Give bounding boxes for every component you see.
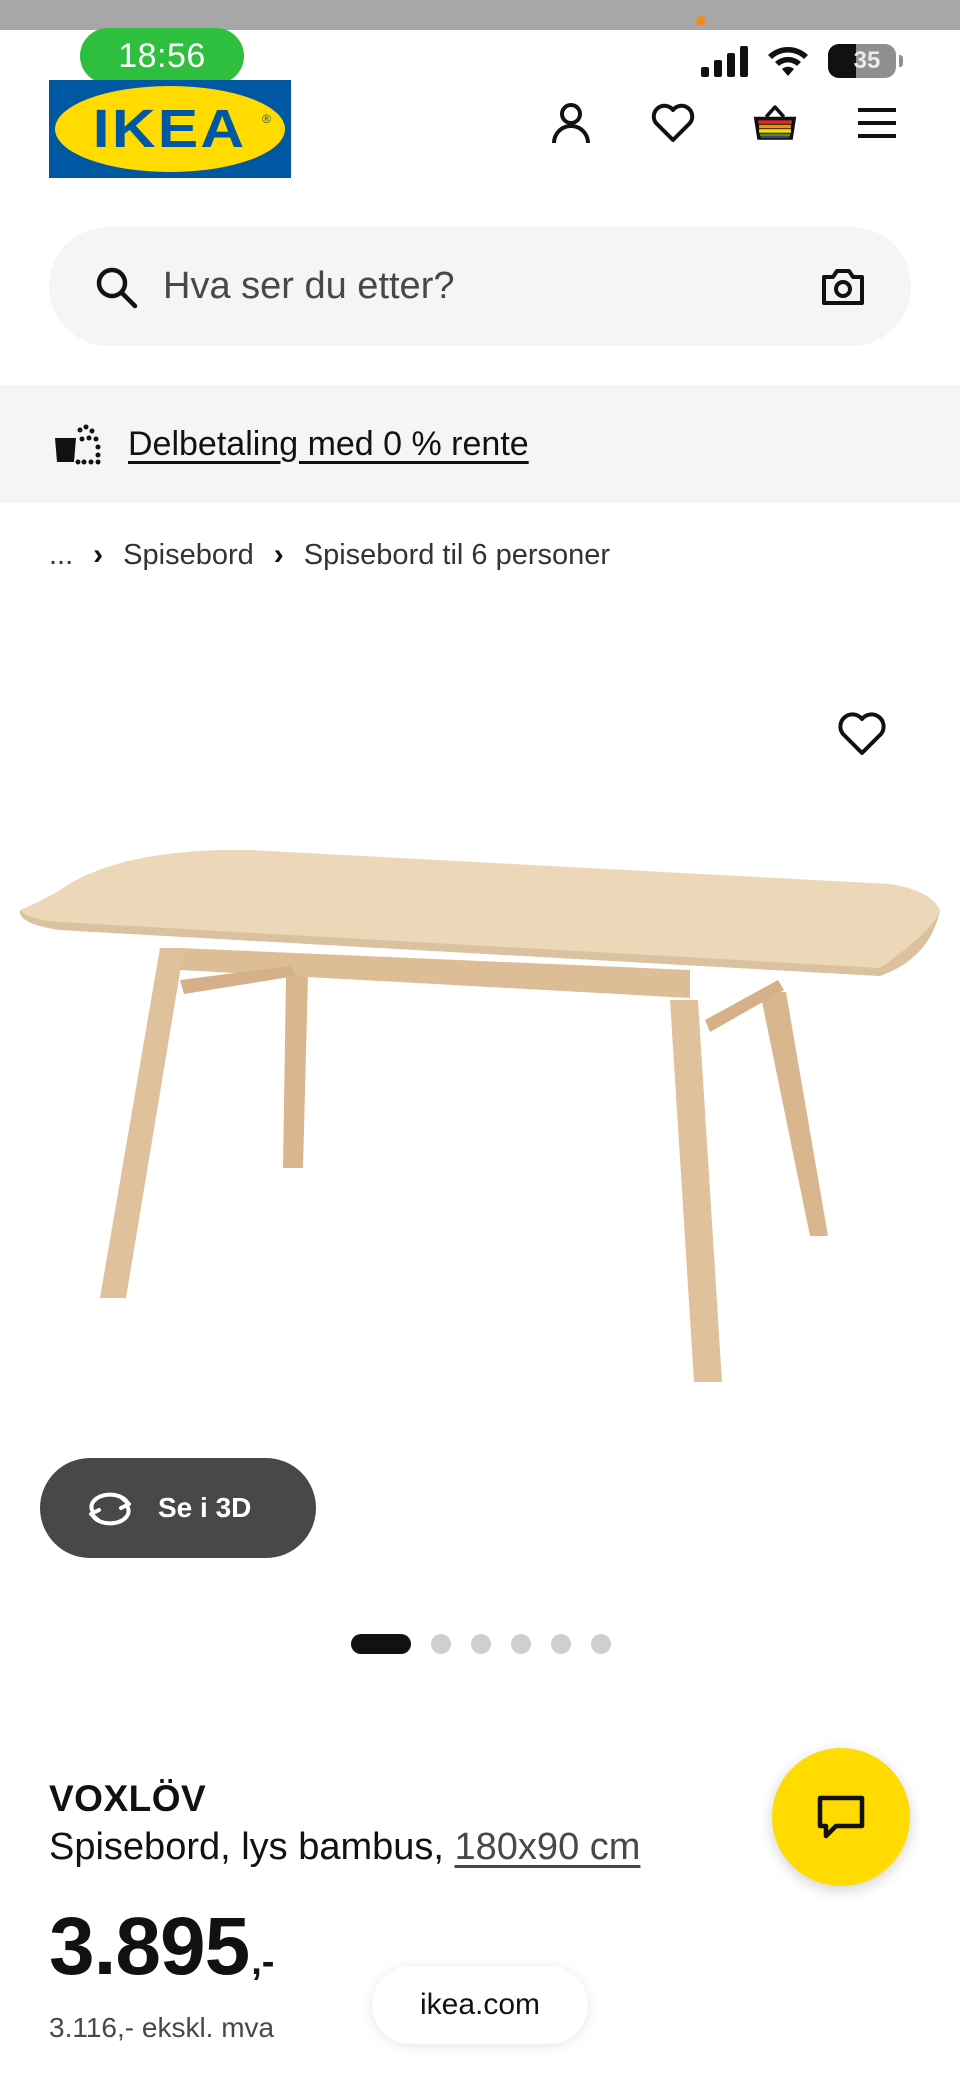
- search-input[interactable]: Hva ser du etter?: [163, 265, 819, 308]
- product-description: Spisebord, lys bambus, 180x90 cm: [49, 1826, 640, 1869]
- carousel-dot[interactable]: [471, 1634, 491, 1654]
- ikea-logo[interactable]: IKEA ®: [49, 80, 291, 178]
- breadcrumb: ... › Spisebord › Spisebord til 6 person…: [49, 538, 610, 572]
- menu-icon[interactable]: [854, 100, 900, 146]
- cellular-signal-icon: [701, 45, 748, 77]
- logo-text: IKEA: [93, 99, 247, 159]
- product-name: VOXLÖV: [49, 1778, 207, 1819]
- price-suffix: ,-: [251, 1941, 275, 1983]
- chat-button[interactable]: [772, 1748, 910, 1886]
- logo-oval: IKEA ®: [55, 86, 285, 172]
- carousel-dot[interactable]: [551, 1634, 571, 1654]
- logo-registered-mark: ®: [262, 112, 271, 126]
- privacy-indicator-dot: [696, 16, 706, 26]
- profile-icon[interactable]: [548, 100, 594, 146]
- product-image[interactable]: [0, 780, 960, 1420]
- see-in-3d-button[interactable]: Se i 3D: [40, 1458, 316, 1558]
- table-illustration: [19, 849, 940, 1382]
- status-time: 18:56: [80, 28, 244, 84]
- product-price: 3.895 ,-: [49, 1906, 274, 1988]
- breadcrumb-item-6-personer[interactable]: Spisebord til 6 personer: [304, 539, 610, 572]
- status-icons: 35: [701, 44, 903, 78]
- image-carousel-indicator[interactable]: [351, 1634, 611, 1654]
- search-icon: [96, 267, 138, 308]
- installment-payment-icon: [55, 424, 101, 465]
- header-actions: [548, 100, 900, 146]
- breadcrumb-separator: ›: [93, 538, 104, 571]
- carousel-dot[interactable]: [431, 1634, 451, 1654]
- price-excluding-vat: 3.116,- ekskl. mva: [49, 2012, 275, 2043]
- browser-url-pill[interactable]: ikea.com: [372, 1966, 588, 2044]
- cart-icon[interactable]: [752, 100, 798, 146]
- price-value: 3.895: [49, 1901, 250, 1992]
- carousel-dot-active[interactable]: [351, 1634, 411, 1654]
- add-to-favorites-button[interactable]: [836, 710, 888, 762]
- search-bar[interactable]: Hva ser du etter?: [49, 227, 911, 346]
- heart-icon[interactable]: [650, 100, 696, 146]
- carousel-dot[interactable]: [591, 1634, 611, 1654]
- battery-icon: 35: [828, 44, 903, 78]
- rotate-3d-icon: [89, 1492, 131, 1526]
- product-size-link[interactable]: 180x90 cm: [455, 1826, 641, 1868]
- camera-icon[interactable]: [819, 263, 867, 311]
- breadcrumb-ellipsis[interactable]: ...: [49, 539, 73, 572]
- breadcrumb-item-spisebord[interactable]: Spisebord: [123, 539, 254, 572]
- wifi-icon: [768, 47, 808, 76]
- chat-icon: [817, 1795, 865, 1839]
- carousel-dot[interactable]: [511, 1634, 531, 1654]
- top-system-bar: [0, 0, 960, 30]
- breadcrumb-separator: ›: [273, 538, 284, 571]
- promo-link[interactable]: Delbetaling med 0 % rente: [128, 425, 529, 464]
- heart-icon: [838, 712, 886, 755]
- product-description-text: Spisebord, lys bambus,: [49, 1826, 455, 1868]
- battery-level: 35: [853, 47, 881, 74]
- see-in-3d-label: Se i 3D: [158, 1492, 252, 1523]
- promo-banner[interactable]: Delbetaling med 0 % rente: [0, 385, 960, 503]
